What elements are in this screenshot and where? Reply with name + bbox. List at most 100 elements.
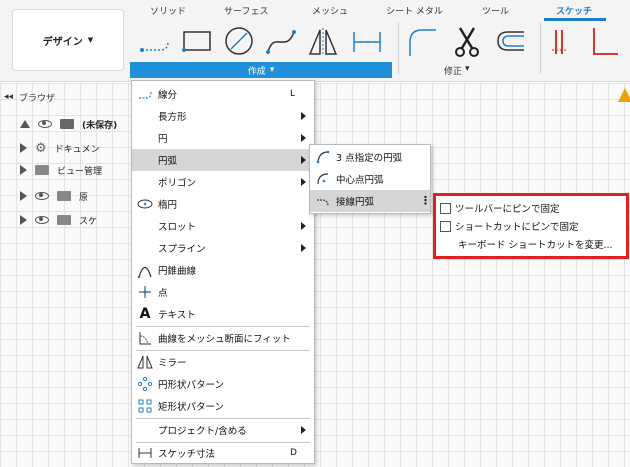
create-panel-dropdown[interactable]: 作成 ▾ <box>130 62 392 78</box>
menu-item-slot[interactable]: スロット <box>132 215 314 237</box>
submenu-item-center-point-arc[interactable]: 中心点円弧 <box>310 168 430 190</box>
tab-surface[interactable]: サーフェス <box>224 4 268 18</box>
create-menu: 線分 L 長方形 円 円弧 ポリゴン 楕円 スロット スプライン 円錐曲線 点 … <box>131 80 315 464</box>
collapse-icon[interactable]: ◂◂ <box>4 92 13 102</box>
perpendicular-icon <box>593 28 618 55</box>
modify-label: 修正 <box>444 67 463 77</box>
shortcut-key: L <box>290 89 296 99</box>
menu-item-line[interactable]: 線分 L <box>132 83 314 105</box>
menu-item-circular-pattern[interactable]: 円形状パターン <box>132 373 314 395</box>
circle-tool-button[interactable] <box>222 24 256 60</box>
tree-row-views[interactable]: ビュー管理 <box>20 160 102 180</box>
change-shortcut-option[interactable]: キーボード ショートカットを変更... <box>458 235 613 253</box>
menu-item-rect-pattern[interactable]: 矩形状パターン <box>132 395 314 417</box>
expand-triangle-icon[interactable] <box>20 191 27 201</box>
pin-toolbar-checkbox[interactable] <box>440 202 451 214</box>
hidden-eye-icon[interactable] <box>35 192 49 200</box>
rectangle-tool-button[interactable] <box>180 24 214 60</box>
perpendicular-tool-button[interactable] <box>588 24 622 60</box>
menu-item-mirror[interactable]: ミラー <box>132 351 314 373</box>
folder-icon <box>57 191 71 201</box>
text-icon: A <box>139 306 151 322</box>
menu-item-sketch-dimension[interactable]: スケッチ寸法 D <box>132 442 314 464</box>
constraint-tool-button[interactable] <box>548 24 582 60</box>
submenu-item-three-point-arc[interactable]: 3 点指定の円弧 <box>310 146 430 168</box>
create-label: 作成 <box>247 66 266 77</box>
mirror-icon <box>308 28 338 56</box>
offset-tool-button[interactable] <box>492 24 526 60</box>
spline-tool-button[interactable] <box>264 24 298 60</box>
pin-to-toolbar-option[interactable]: ツールバーにピンで固定 <box>440 199 560 217</box>
tree-row-document[interactable]: ⚙ ドキュメン <box>20 138 100 158</box>
submenu-arrow-icon <box>301 178 306 186</box>
active-tab-indicator <box>544 18 606 21</box>
visibility-eye-icon[interactable] <box>38 120 52 128</box>
arc-submenu: 3 点指定の円弧 中心点円弧 接線円弧 ⋮ <box>309 144 431 214</box>
tree-row-sketches[interactable]: スケ <box>20 210 97 230</box>
menu-item-rectangle[interactable]: 長方形 <box>132 105 314 127</box>
tab-mesh[interactable]: メッシュ <box>312 4 348 18</box>
workspace-dropdown[interactable]: デザイン ▼ <box>12 9 124 71</box>
tree-row-label: ドキュメン <box>54 144 100 155</box>
warning-icon[interactable] <box>618 88 630 102</box>
submenu-item-tangent-arc[interactable]: 接線円弧 ⋮ <box>310 190 431 212</box>
rectangle-icon <box>182 31 211 52</box>
tree-row-root[interactable]: (未保存) <box>20 114 117 134</box>
folder-icon <box>35 165 49 175</box>
coincident-icon <box>552 30 566 54</box>
mirror-icon <box>136 355 154 369</box>
menu-item-project-include[interactable]: プロジェクト/含める <box>132 419 314 441</box>
menu-item-polygon[interactable]: ポリゴン <box>132 171 314 193</box>
pin-options-menu: ツールバーにピンで固定 ショートカットにピンで固定 キーボード ショートカットを… <box>433 193 629 259</box>
expand-triangle-icon[interactable] <box>20 215 27 225</box>
more-options-icon[interactable]: ⋮ <box>420 195 431 206</box>
tab-tools[interactable]: ツール <box>482 4 509 18</box>
point-icon <box>136 285 154 299</box>
dimension-tool-button[interactable] <box>350 24 384 60</box>
visibility-eye-icon[interactable] <box>35 216 49 224</box>
conic-icon <box>136 262 154 278</box>
trim-tool-button[interactable] <box>450 24 484 60</box>
expand-triangle-icon[interactable] <box>20 143 27 153</box>
menu-item-spline[interactable]: スプライン <box>132 237 314 259</box>
mesh-fit-icon <box>136 330 154 346</box>
workspace-label: デザイン <box>42 36 83 48</box>
expand-triangle-icon[interactable] <box>20 120 30 128</box>
tab-sheet-metal[interactable]: シート メタル <box>386 4 443 18</box>
tree-row-label: スケ <box>79 216 98 227</box>
expand-triangle-icon[interactable] <box>20 165 27 175</box>
menu-item-conic[interactable]: 円錐曲線 <box>132 259 314 281</box>
tree-row-origin[interactable]: 原 <box>20 186 88 206</box>
ribbon-separator <box>398 22 399 74</box>
mirror-tool-button[interactable] <box>306 24 340 60</box>
fillet-icon <box>409 29 436 56</box>
browser-title: ブラウザ <box>19 93 56 104</box>
shortcut-key: D <box>290 448 297 458</box>
menu-item-circle[interactable]: 円 <box>132 127 314 149</box>
tab-sketch[interactable]: スケッチ <box>556 4 592 18</box>
menu-item-arc[interactable]: 円弧 <box>132 149 314 171</box>
tangent-arc-icon <box>316 194 332 208</box>
fillet-tool-button[interactable] <box>406 24 440 60</box>
pin-to-shortcut-option[interactable]: ショートカットにピンで固定 <box>440 217 579 235</box>
tree-row-label: ビュー管理 <box>57 166 103 177</box>
menu-item-point[interactable]: 点 <box>132 281 314 303</box>
chevron-down-icon: ▾ <box>465 64 470 74</box>
ribbon-toolbar: デザイン ▼ ソリッド サーフェス メッシュ シート メタル ツール スケッチ <box>0 0 630 82</box>
line-tool-button[interactable] <box>138 24 172 60</box>
chevron-down-icon: ▼ <box>87 36 94 44</box>
scissors-icon <box>455 27 479 57</box>
tab-solid[interactable]: ソリッド <box>150 4 186 18</box>
gear-icon: ⚙ <box>35 140 47 156</box>
submenu-arrow-icon <box>301 426 306 434</box>
ribbon-separator <box>540 22 541 74</box>
submenu-arrow-icon <box>301 112 306 120</box>
menu-item-text[interactable]: A テキスト <box>132 303 314 325</box>
dimension-icon <box>136 447 154 459</box>
ellipse-icon <box>136 198 154 210</box>
menu-item-ellipse[interactable]: 楕円 <box>132 193 314 215</box>
menu-item-fit-mesh[interactable]: 曲線をメッシュ断面にフィット <box>132 327 314 349</box>
modify-panel-dropdown[interactable]: 修正 ▾ <box>444 64 470 77</box>
pin-shortcut-checkbox[interactable] <box>440 220 451 232</box>
browser-header[interactable]: ◂◂ ブラウザ <box>4 88 134 106</box>
